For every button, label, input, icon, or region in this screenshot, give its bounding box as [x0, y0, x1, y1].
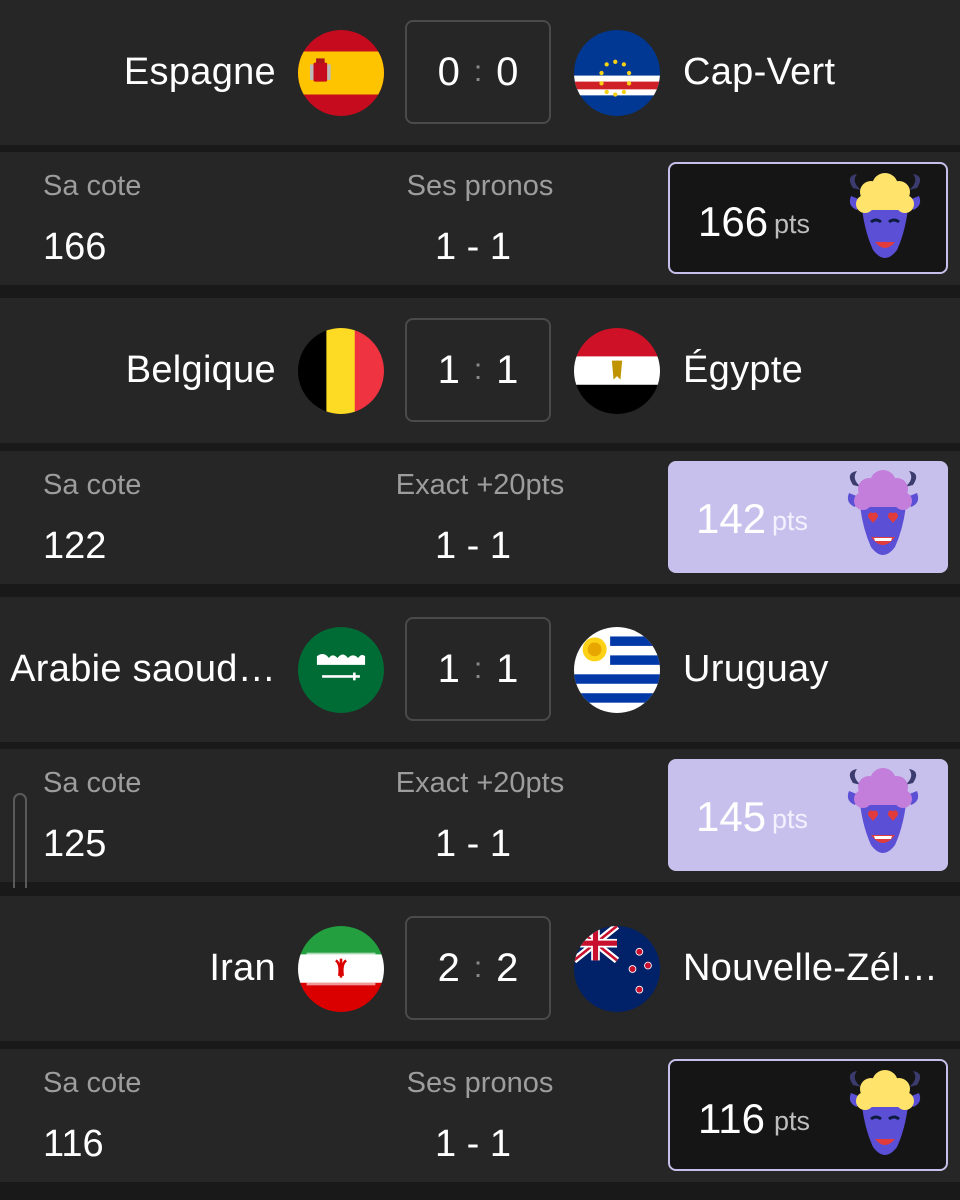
points-value: 166 — [698, 198, 769, 245]
home-score: 1 — [437, 646, 460, 691]
iran-flag-icon — [298, 926, 384, 1012]
prediction-row: Sa cote 116 Ses pronos 1 - 1 116 pts — [0, 1049, 960, 1182]
pronos-label: Ses pronos — [406, 1067, 554, 1099]
away-team-name: Égypte — [683, 349, 804, 391]
away-score: 1 — [496, 646, 519, 691]
points-unit: pts — [772, 804, 809, 834]
away-score: 2 — [496, 945, 519, 990]
match-card[interactable]: Iran 2 : 2 Nouvelle-Zél… — [0, 896, 960, 1041]
home-score: 0 — [437, 49, 460, 94]
new-zealand-flag-icon — [574, 926, 660, 1012]
points-card[interactable]: 166 pts — [668, 162, 948, 274]
cote-label: Sa cote — [43, 767, 142, 799]
home-team-name: Arabie saoud… — [10, 648, 276, 690]
belgium-flag-icon — [298, 328, 384, 414]
points-card[interactable]: 116 pts — [668, 1059, 948, 1171]
yellow-goat-avatar-icon — [843, 1067, 927, 1167]
purple-goat-heart-eyes-avatar-icon — [841, 467, 925, 567]
cape-verde-flag-icon — [574, 30, 660, 116]
home-team-name: Belgique — [125, 349, 276, 391]
score-separator: : — [473, 55, 483, 88]
cote-value: 122 — [43, 525, 107, 567]
points-card[interactable]: 145 pts — [668, 759, 948, 871]
cote-value: 125 — [43, 823, 107, 865]
pronos-value: 1 - 1 — [434, 226, 512, 268]
away-score: 1 — [496, 347, 519, 392]
pronos-value: 1 - 1 — [434, 525, 512, 567]
away-score: 0 — [496, 49, 519, 94]
points-value: 142 — [696, 495, 767, 542]
egypt-flag-icon — [574, 328, 660, 414]
spain-flag-icon — [298, 30, 384, 116]
points-unit: pts — [774, 209, 811, 239]
prediction-row: Sa cote 125 Exact +20pts 1 - 1 145 pts — [0, 749, 960, 882]
score-box: 0 : 0 — [405, 20, 551, 124]
away-team-name: Uruguay — [683, 648, 829, 690]
prediction-row: Sa cote 122 Exact +20pts 1 - 1 142 pts — [0, 451, 960, 584]
pronos-label: Exact +20pts — [395, 469, 565, 501]
match-card[interactable]: Espagne 0 : 0 Cap-Vert — [0, 0, 960, 145]
scroll-indicator[interactable] — [13, 793, 27, 888]
yellow-goat-avatar-icon — [843, 170, 927, 270]
pronos-value: 1 - 1 — [434, 823, 512, 865]
cote-label: Sa cote — [43, 1067, 142, 1099]
match-card[interactable]: Arabie saoud… 1 : 1 Uruguay — [0, 597, 960, 742]
points-unit: pts — [774, 1106, 811, 1136]
points-value: 145 — [696, 793, 767, 840]
home-score: 2 — [437, 945, 460, 990]
away-team-name: Nouvelle-Zél… — [683, 947, 939, 989]
purple-goat-heart-eyes-avatar-icon — [841, 765, 925, 865]
pronos-label: Ses pronos — [406, 170, 554, 202]
pronos-label: Exact +20pts — [395, 767, 565, 799]
home-team-name: Iran — [209, 947, 276, 989]
score-separator: : — [473, 652, 483, 685]
prediction-row: Sa cote 166 Ses pronos 1 - 1 166 pts — [0, 152, 960, 285]
home-score: 1 — [437, 347, 460, 392]
match-feed: Espagne 0 : 0 Cap-Vert Sa cote 166 Ses p… — [0, 0, 960, 1200]
score-separator: : — [473, 353, 483, 386]
away-team-name: Cap-Vert — [683, 51, 836, 93]
cote-label: Sa cote — [43, 170, 142, 202]
points-unit: pts — [772, 506, 809, 536]
cote-label: Sa cote — [43, 469, 142, 501]
score-separator: : — [473, 951, 483, 984]
score-box: 2 : 2 — [405, 916, 551, 1020]
points-card[interactable]: 142 pts — [668, 461, 948, 573]
home-team-name: Espagne — [123, 51, 276, 93]
cote-value: 116 — [43, 1123, 104, 1165]
score-box: 1 : 1 — [405, 617, 551, 721]
saudi-arabia-flag-icon — [298, 627, 384, 713]
pronos-value: 1 - 1 — [434, 1123, 512, 1165]
score-box: 1 : 1 — [405, 318, 551, 422]
uruguay-flag-icon — [574, 627, 660, 713]
cote-value: 166 — [43, 226, 107, 268]
match-card[interactable]: Belgique 1 : 1 Égypte — [0, 298, 960, 443]
points-value: 116 — [698, 1095, 765, 1142]
